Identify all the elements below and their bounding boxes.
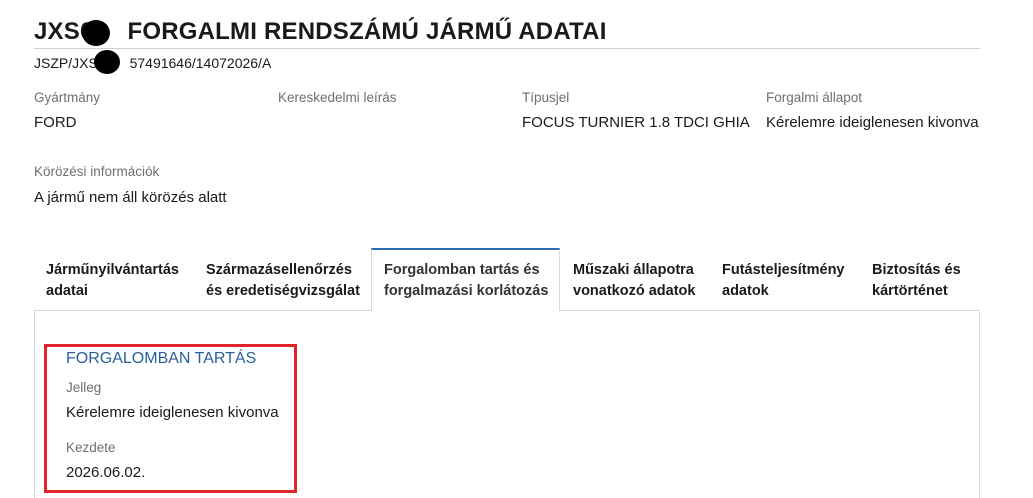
start-date-value: 2026.06.02. [66,464,146,481]
vehicle-data-page: JXS6 FORGALMI RENDSZÁMÚ JÁRMŰ ADATAI JSZP… [0,0,1033,498]
tab-label-line2: vonatkozó adatok [573,283,696,299]
wanted-info-label: Körözési információk [34,164,160,179]
traffic-status-value: Kérelemre ideiglenesen kivonva [766,114,979,131]
start-date-label: Kezdete [66,440,116,455]
tab-label-line2: és eredetiségvizsgálat [206,283,360,299]
page-title-text: FORGALMI RENDSZÁMÚ JÁRMŰ ADATAI [127,18,607,45]
manufacturer-value: FORD [34,114,77,131]
tab-label-line2: forgalmazási korlátozás [384,283,549,299]
tab-label-line1: Futásteljesítmény [722,262,845,278]
tab-circulation[interactable]: Forgalomban tartás és forgalmazási korlá… [371,248,560,311]
commercial-description-label: Kereskedelmi leírás [278,90,397,105]
traffic-status-label: Forgalmi állapot [766,90,863,105]
tab-technical-condition[interactable]: Műszaki állapotra vonatkozó adatok [561,248,711,310]
nature-label: Jelleg [66,380,102,395]
section-title: FORGALOMBAN TARTÁS [66,350,257,367]
document-reference-suffix: 57491646/14072026/A [129,55,272,71]
title-divider [34,48,980,49]
page-title: JXS6 FORGALMI RENDSZÁMÚ JÁRMŰ ADATAI [34,18,607,46]
manufacturer-label: Gyártmány [34,90,101,105]
tab-label-line2: kártörténet [872,283,948,299]
tab-bar: Járműnyilvántartás adatai Származásellen… [34,248,980,311]
tab-mileage[interactable]: Futásteljesítmény adatok [710,248,860,310]
tab-vehicle-registry[interactable]: Járműnyilvántartás adatai [34,248,194,310]
tab-label-line2: adatok [722,283,769,299]
redaction-mark [82,20,110,46]
type-code-value: FOCUS TURNIER 1.8 TDCI GHIA [522,114,750,131]
tab-label-line1: Járműnyilvántartás [46,262,179,278]
document-reference: JSZP/JXS6 57491646/14072026/A [34,55,271,71]
wanted-info-value: A jármű nem áll körözés alatt [34,189,227,206]
tab-origin-check[interactable]: Származásellenőrzés és eredetiségvizsgál… [194,248,371,310]
tab-insurance[interactable]: Biztosítás és kártörténet [860,248,980,310]
tab-label-line1: Biztosítás és [872,262,961,278]
tab-label-line2: adatai [46,283,88,299]
type-code-label: Típusjel [522,90,570,105]
redaction-mark-2 [94,50,120,74]
nature-value: Kérelemre ideiglenesen kivonva [66,404,279,421]
tab-label-line1: Forgalomban tartás és [384,262,540,278]
tab-label-line1: Származásellenőrzés [206,262,352,278]
tab-label-line1: Műszaki állapotra [573,262,694,278]
